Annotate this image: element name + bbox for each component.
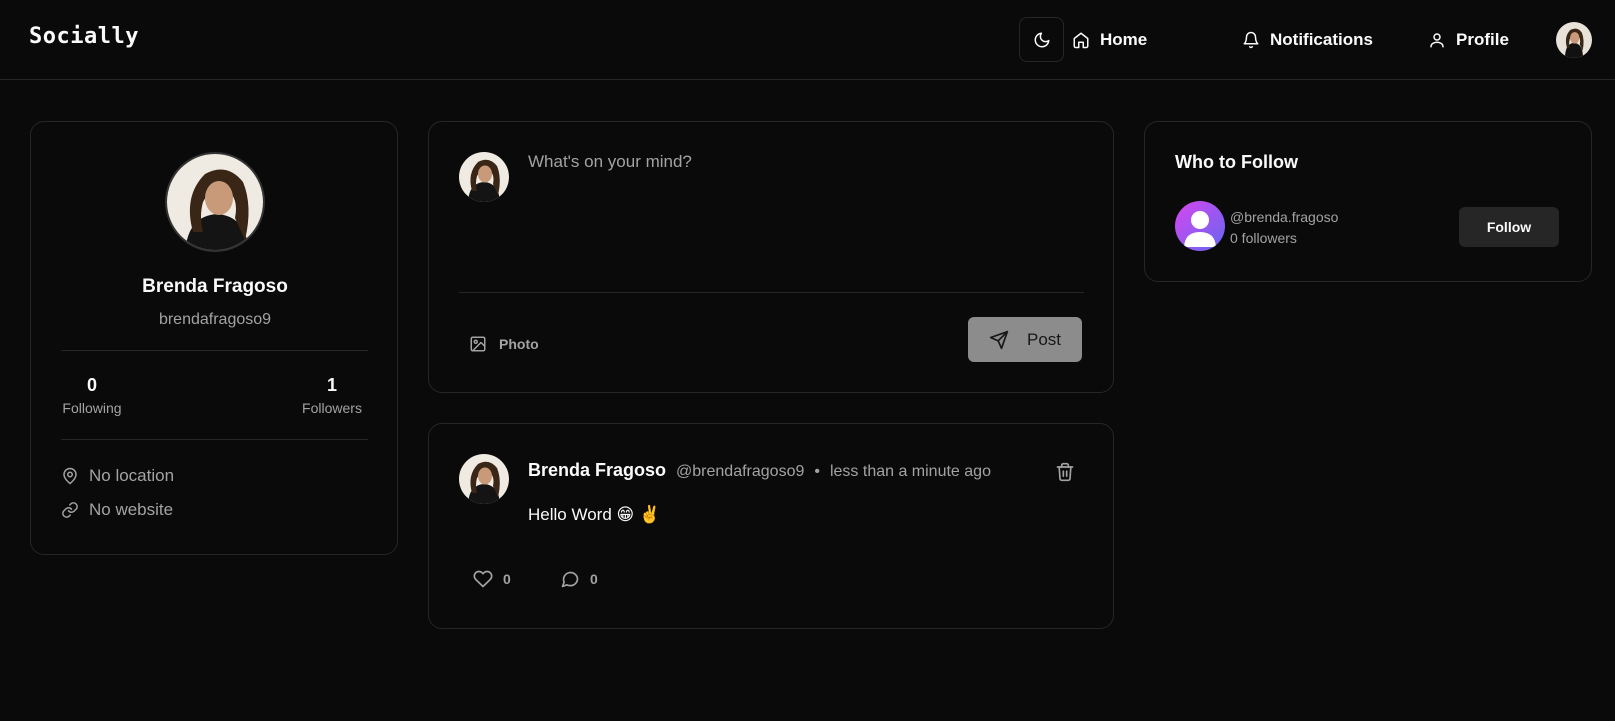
- who-to-follow-title: Who to Follow: [1175, 152, 1298, 172]
- post-author-name[interactable]: Brenda Fragoso: [528, 460, 666, 481]
- divider: [459, 292, 1084, 293]
- who-to-follow-card: Who to Follow @brenda.fragoso 0 follower…: [1144, 121, 1592, 282]
- follow-button[interactable]: Follow: [1459, 207, 1559, 247]
- user-icon: [1430, 33, 1444, 48]
- comment-count: 0: [590, 571, 598, 587]
- home-icon: [1073, 32, 1089, 49]
- separator-dot: •: [814, 463, 820, 480]
- suggestion-followers: 0 followers: [1230, 230, 1297, 246]
- brand-logo[interactable]: Socially: [29, 24, 139, 49]
- profile-name[interactable]: Brenda Fragoso: [31, 276, 399, 298]
- avatar: [459, 152, 509, 202]
- like-count: 0: [503, 571, 511, 587]
- followers-count: 1: [326, 375, 337, 395]
- location-text: No location: [89, 466, 175, 485]
- profile-username: brendafragoso9: [158, 311, 272, 328]
- followers-stat: 1 Followers: [296, 375, 368, 416]
- nav-home-label: Home: [1100, 30, 1148, 49]
- following-stat: 0 Following: [61, 375, 123, 416]
- post-author-handle[interactable]: @brendafragoso9: [676, 463, 804, 481]
- comment-icon: [561, 571, 579, 588]
- send-icon: [989, 330, 1009, 349]
- post-label: Post: [1026, 329, 1062, 349]
- post-author-avatar[interactable]: [459, 454, 509, 504]
- suggestion-avatar[interactable]: [1175, 201, 1225, 251]
- heart-icon: [473, 570, 493, 588]
- image-icon: [470, 336, 486, 352]
- followers-label: Followers: [302, 400, 362, 416]
- post-text-input[interactable]: [528, 152, 1078, 262]
- profile-avatar[interactable]: [165, 152, 265, 252]
- post-header: Brenda Fragoso @brendafragoso9 • less th…: [528, 460, 991, 481]
- location-row: No location: [61, 466, 174, 486]
- comment-button[interactable]: 0: [560, 569, 598, 589]
- following-count: 0: [86, 375, 97, 395]
- default-user-icon: [1184, 211, 1216, 247]
- link-icon: [62, 502, 78, 518]
- trash-icon: [1056, 462, 1074, 482]
- top-navbar: Socially Home Notifications Profile: [0, 0, 1615, 80]
- avatar: [167, 154, 263, 250]
- post-content: Hello Word 😁 ✌️: [528, 505, 661, 524]
- theme-toggle-button[interactable]: [1019, 17, 1064, 62]
- composer-avatar: [459, 152, 509, 202]
- like-button[interactable]: 0: [473, 569, 511, 589]
- post-card: Brenda Fragoso @brendafragoso9 • less th…: [428, 423, 1114, 629]
- user-avatar-menu[interactable]: [1556, 22, 1592, 58]
- avatar: [459, 454, 509, 504]
- profile-card: Brenda Fragoso brendafragoso9 0 Followin…: [30, 121, 398, 555]
- website-text: No website: [89, 500, 174, 519]
- nav-notifications-link[interactable]: Notifications: [1242, 26, 1373, 54]
- photo-label: Photo: [499, 336, 539, 352]
- avatar: [1556, 22, 1592, 58]
- following-label: Following: [62, 400, 122, 416]
- nav-profile-label: Profile: [1456, 30, 1509, 49]
- post-timestamp: less than a minute ago: [829, 463, 991, 480]
- bell-icon: [1243, 31, 1259, 49]
- delete-post-button[interactable]: [1055, 462, 1077, 484]
- map-pin-icon: [63, 467, 77, 485]
- divider: [61, 439, 368, 440]
- nav-notifications-label: Notifications: [1270, 30, 1373, 49]
- nav-profile-link[interactable]: Profile: [1428, 26, 1509, 54]
- add-photo-button[interactable]: Photo: [469, 330, 539, 358]
- post-button[interactable]: Post: [968, 317, 1082, 362]
- moon-icon: [1034, 32, 1049, 47]
- post-composer: Photo Post: [428, 121, 1114, 393]
- nav-home-link[interactable]: Home: [1072, 26, 1147, 54]
- website-row: No website: [61, 500, 173, 520]
- divider: [61, 350, 368, 351]
- suggestion-handle[interactable]: @brenda.fragoso: [1230, 209, 1338, 225]
